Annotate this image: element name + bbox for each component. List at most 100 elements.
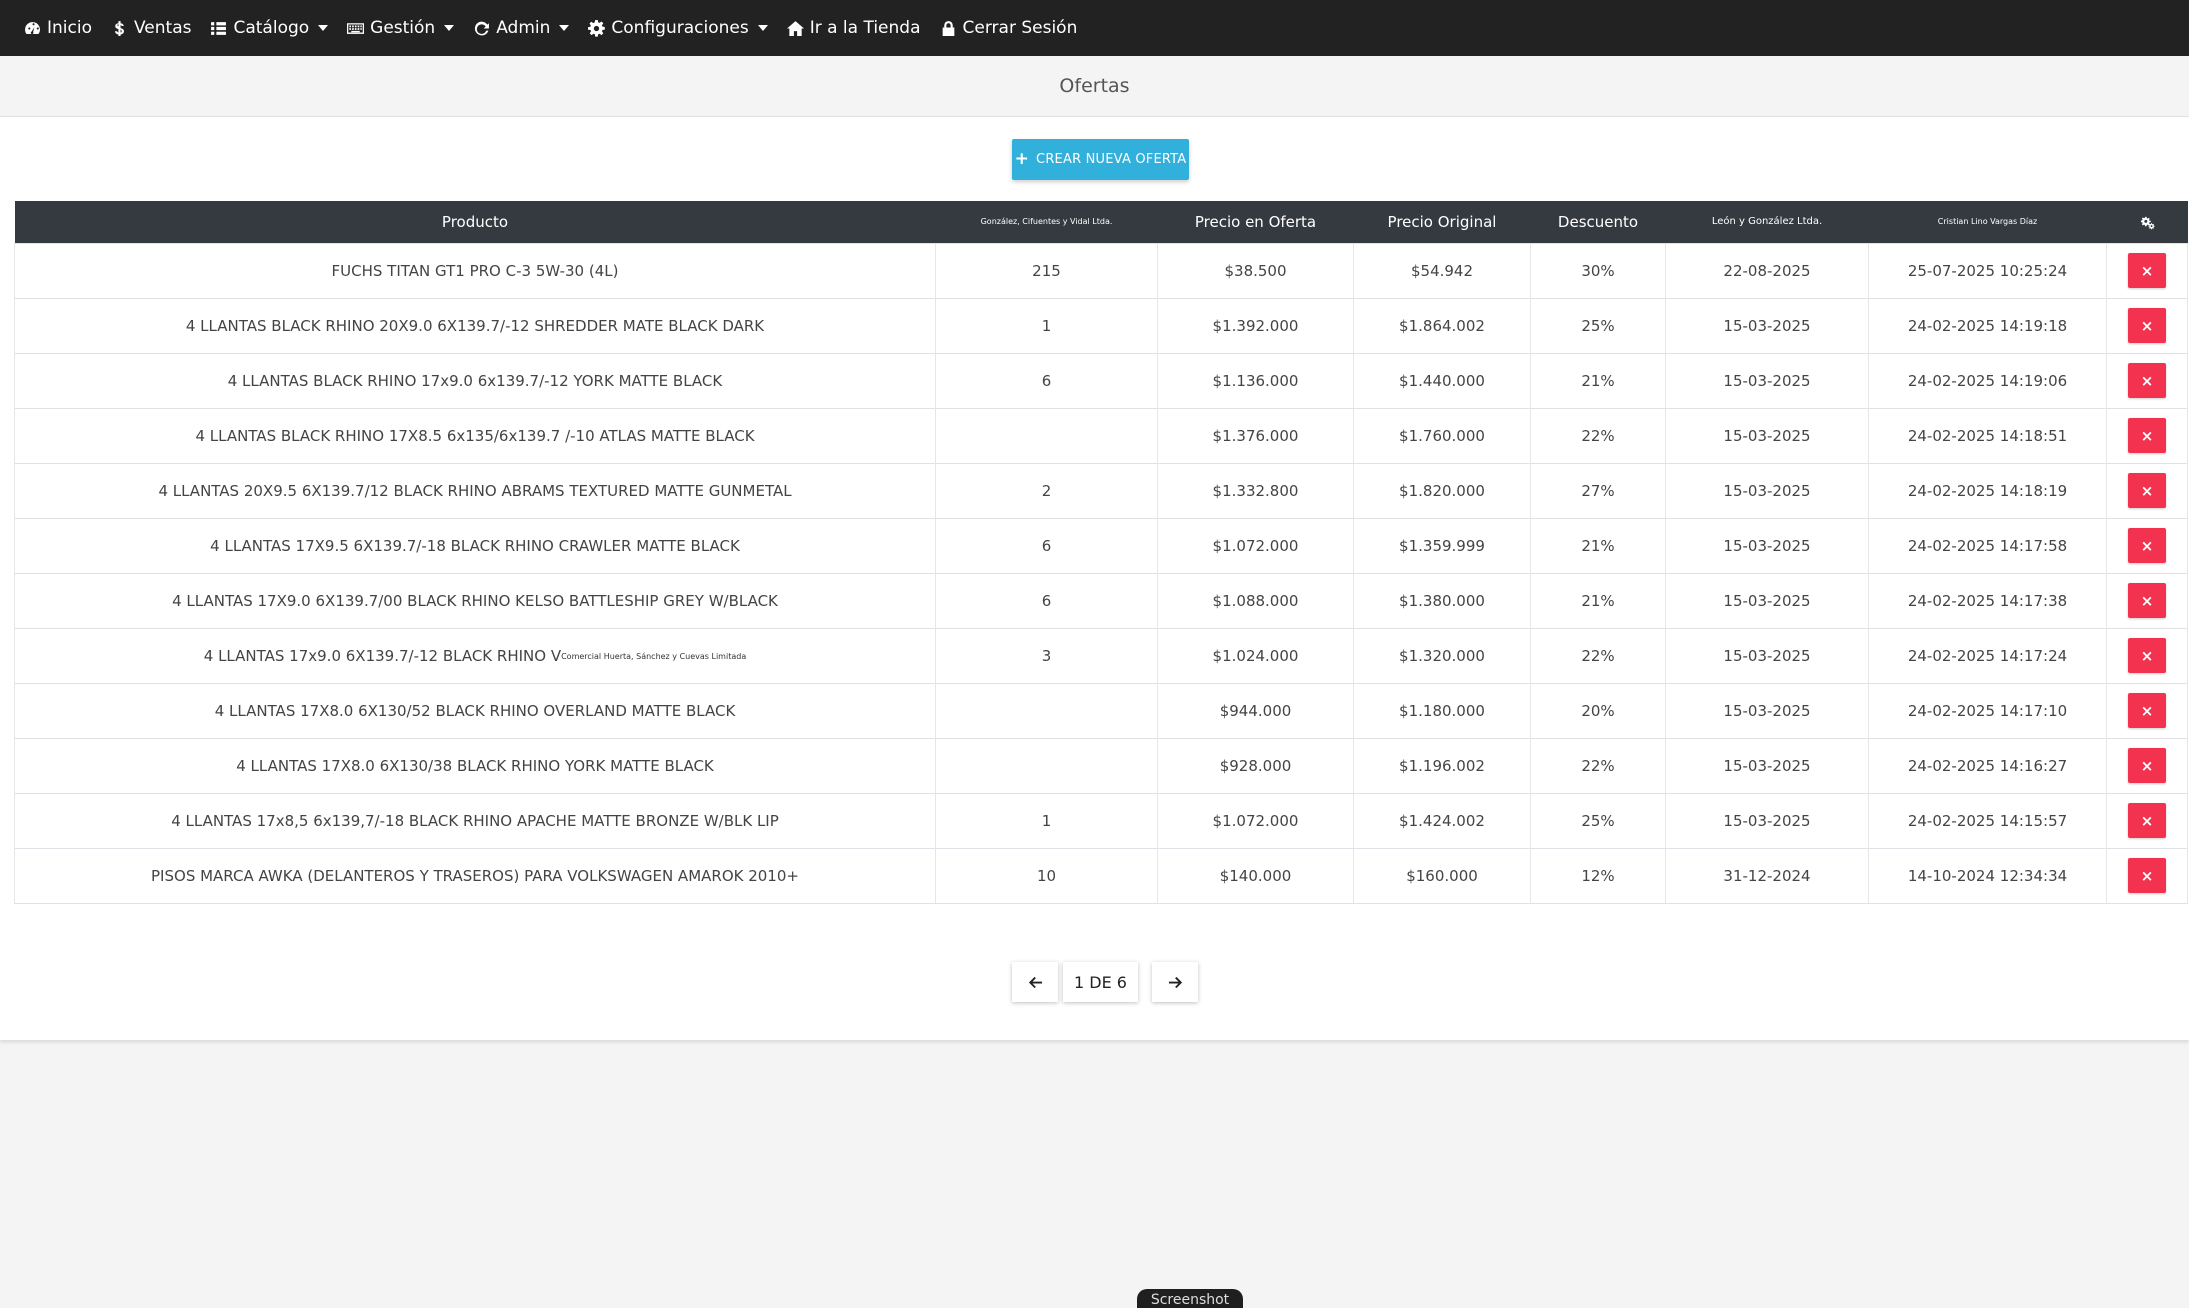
settings-icon	[2140, 216, 2155, 229]
col-header-actions	[2107, 201, 2188, 243]
nav-catalogo[interactable]: Catálogo	[210, 18, 329, 38]
screenshot-badge[interactable]: Screenshot	[1137, 1289, 1243, 1308]
cell-actions: ×	[2106, 737, 2188, 793]
cell-precio-oferta-text: $1.332.800	[1212, 481, 1299, 500]
nav-configuraciones[interactable]: Configuraciones	[588, 18, 768, 38]
cell-creado-text: 24-02-2025 14:19:18	[1907, 316, 2068, 335]
nav-inicio[interactable]: Inicio	[24, 18, 92, 38]
delete-offer-button[interactable]: ×	[2128, 363, 2166, 398]
delete-offer-button[interactable]: ×	[2128, 583, 2166, 618]
cell-precio-oferta: $140.000	[1157, 847, 1354, 904]
cell-creado: 24-02-2025 14:17:58	[1868, 517, 2107, 573]
pagination-next-button[interactable]	[1152, 962, 1198, 1002]
create-offer-label: CREAR NUEVA OFERTA	[1036, 152, 1187, 167]
col-header-precio-original[interactable]: Precio Original	[1354, 201, 1531, 243]
cell-creado: 24-02-2025 14:17:38	[1868, 572, 2107, 628]
nav-admin[interactable]: Admin	[473, 18, 570, 38]
cell-precio-oferta: $928.000	[1157, 737, 1354, 793]
create-offer-button[interactable]: + CREAR NUEVA OFERTA	[1012, 139, 1189, 180]
cell-cantidad: 1	[935, 792, 1158, 848]
plus-icon: +	[1014, 149, 1030, 169]
delete-offer-button[interactable]: ×	[2128, 418, 2166, 453]
nav-cerrar-sesion[interactable]: Cerrar Sesión	[940, 18, 1077, 38]
cell-cantidad: 3	[935, 627, 1158, 683]
close-icon: ×	[2140, 701, 2154, 720]
pagination-current: 1 DE 6	[1063, 962, 1138, 1002]
chevron-down-icon	[318, 25, 329, 31]
delete-offer-button[interactable]: ×	[2128, 473, 2166, 508]
col-header-producto[interactable]: Producto	[15, 201, 936, 243]
cell-actions: ×	[2106, 682, 2188, 738]
cell-precio-oferta: $1.332.800	[1157, 462, 1354, 518]
cell-fecha-fin: 15-03-2025	[1665, 352, 1869, 408]
cell-precio-original-text: $1.424.002	[1399, 811, 1485, 830]
pagination-prev-button[interactable]	[1012, 962, 1058, 1002]
nav-gestion[interactable]: Gestión	[347, 18, 455, 38]
delete-offer-button[interactable]: ×	[2128, 748, 2166, 783]
table-row: 4 LLANTAS 17X9.5 6X139.7/-18 BLACK RHINO…	[14, 517, 2188, 573]
col-header-precio-oferta[interactable]: Precio en Oferta	[1158, 201, 1354, 243]
cell-actions: ×	[2106, 517, 2188, 573]
cell-descuento: 22%	[1530, 627, 1666, 683]
offers-card: + CREAR NUEVA OFERTA Producto González, …	[0, 117, 2189, 1040]
cell-actions: ×	[2106, 462, 2188, 518]
gear-icon	[588, 19, 606, 37]
cell-fecha-fin: 15-03-2025	[1665, 682, 1869, 738]
cell-actions: ×	[2106, 297, 2188, 353]
cell-precio-original-text: $1.320.000	[1399, 646, 1485, 665]
cell-cantidad: 1	[935, 297, 1158, 353]
table-row: 4 LLANTAS BLACK RHINO 17x9.0 6x139.7/-12…	[14, 352, 2188, 408]
cell-creado-text: 24-02-2025 14:18:19	[1907, 481, 2068, 500]
cell-producto-text: FUCHS TITAN GT1 PRO C-3 5W-30 (4L)	[331, 261, 619, 280]
delete-offer-button[interactable]: ×	[2128, 693, 2166, 728]
close-icon: ×	[2140, 756, 2154, 775]
cell-fecha-fin-text: 15-03-2025	[1723, 701, 1811, 720]
col-header-overlay-2[interactable]: León y González Ltda.	[1666, 201, 1869, 243]
cell-fecha-fin-text: 15-03-2025	[1723, 756, 1811, 775]
cell-actions: ×	[2106, 627, 2188, 683]
table-row: 4 LLANTAS 20X9.5 6X139.7/12 BLACK RHINO …	[14, 462, 2188, 518]
col-header-overlay-1[interactable]: González, Cifuentes y Vidal Ltda.	[936, 201, 1158, 243]
delete-offer-button[interactable]: ×	[2128, 858, 2166, 893]
cell-precio-oferta-text: $1.392.000	[1212, 316, 1299, 335]
cell-descuento: 30%	[1530, 242, 1666, 298]
cell-cantidad-text: 10	[1036, 866, 1057, 885]
chevron-down-icon	[757, 25, 768, 31]
cell-producto-text: 4 LLANTAS BLACK RHINO 17X8.5 6x135/6x139…	[195, 426, 755, 445]
cell-fecha-fin: 15-03-2025	[1665, 792, 1869, 848]
cell-creado: 24-02-2025 14:15:57	[1868, 792, 2107, 848]
cell-creado-text: 24-02-2025 14:19:06	[1907, 371, 2068, 390]
close-icon: ×	[2140, 536, 2154, 555]
cell-precio-oferta-text: $1.088.000	[1212, 591, 1299, 610]
delete-offer-button[interactable]: ×	[2128, 253, 2166, 288]
cell-descuento-text: 21%	[1581, 591, 1615, 610]
cell-descuento-text: 25%	[1581, 811, 1615, 830]
col-header-overlay-3[interactable]: Cristian Lino Vargas Díaz	[1869, 201, 2107, 243]
cell-precio-original: $1.180.000	[1353, 682, 1531, 738]
cell-creado: 24-02-2025 14:18:19	[1868, 462, 2107, 518]
cell-fecha-fin-text: 15-03-2025	[1723, 316, 1811, 335]
cell-fecha-fin-text: 15-03-2025	[1723, 481, 1811, 500]
nav-ventas[interactable]: Ventas	[111, 18, 191, 38]
delete-offer-button[interactable]: ×	[2128, 528, 2166, 563]
delete-offer-button[interactable]: ×	[2128, 803, 2166, 838]
cell-precio-original: $1.864.002	[1353, 297, 1531, 353]
cell-producto: 4 LLANTAS 17x8,5 6x139,7/-18 BLACK RHINO…	[14, 792, 936, 848]
table-row: FUCHS TITAN GT1 PRO C-3 5W-30 (4L) 215 $38…	[14, 242, 2188, 298]
cell-descuento: 21%	[1530, 572, 1666, 628]
cell-precio-original: $1.380.000	[1353, 572, 1531, 628]
cell-creado-text: 25-07-2025 10:25:24	[1907, 261, 2068, 280]
cell-fecha-fin: 15-03-2025	[1665, 407, 1869, 463]
nav-label: Inicio	[47, 18, 92, 38]
nav-ir-a-la-tienda[interactable]: Ir a la Tienda	[786, 18, 921, 38]
offers-table: Producto González, Cifuentes y Vidal Ltd…	[14, 201, 2188, 904]
delete-offer-button[interactable]: ×	[2128, 638, 2166, 673]
cell-precio-oferta-text: $944.000	[1219, 701, 1292, 720]
cell-fecha-fin: 31-12-2024	[1665, 847, 1869, 904]
col-header-descuento[interactable]: Descuento	[1531, 201, 1666, 243]
cell-creado-text: 24-02-2025 14:17:10	[1907, 701, 2068, 720]
table-row: PISOS MARCA AWKA (DELANTEROS Y TRASEROS)…	[14, 847, 2188, 904]
delete-offer-button[interactable]: ×	[2128, 308, 2166, 343]
cell-precio-original: $1.440.000	[1353, 352, 1531, 408]
cell-cantidad: 6	[935, 352, 1158, 408]
